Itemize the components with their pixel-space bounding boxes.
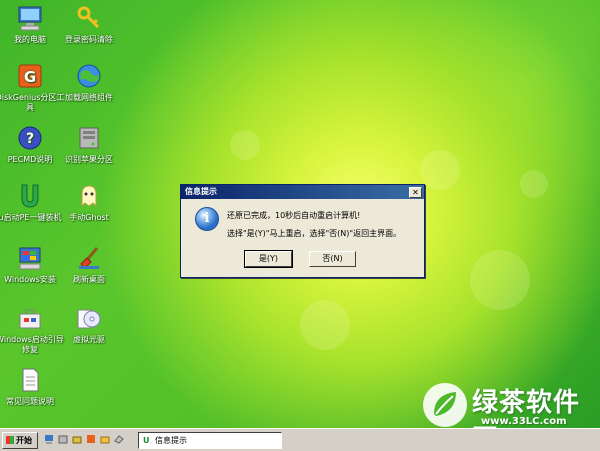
bokeh-light — [470, 250, 530, 310]
cd-icon — [75, 304, 103, 332]
desktop-icon-manual-ghost[interactable]: 手动Ghost — [54, 182, 124, 223]
desktop: 我的电脑 G DiskGenius分区工具 ? PECMD说明 u启动PE一键装… — [0, 0, 600, 428]
dialog-message-line1: 还原已完成，10秒后自动重启计算机! — [227, 211, 361, 220]
bokeh-light — [520, 170, 548, 198]
u-start-icon: U — [143, 436, 150, 445]
drive-icon — [75, 124, 103, 152]
desktop-icon-identify-apple-partition[interactable]: 识别苹果分区 — [54, 124, 124, 165]
dialog-message-line2: 选择"是(Y)"马上重启，选择"否(N)"返回主界面。 — [227, 229, 402, 238]
quicklaunch-eraser-icon[interactable] — [114, 434, 124, 444]
info-dialog: 信息提示 ✕ i 还原已完成，10秒后自动重启计算机! 选择"是(Y)"马上重启… — [180, 184, 425, 278]
watermark-leaf-logo — [420, 380, 470, 428]
desktop-icon-label: 刷新桌面 — [73, 275, 105, 284]
bokeh-light — [300, 300, 350, 350]
no-button[interactable]: 否(N) — [309, 251, 356, 267]
desktop-icon-faq[interactable]: 常见问题说明 — [0, 366, 65, 407]
svg-text:G: G — [24, 68, 36, 86]
ghost-icon — [75, 182, 103, 210]
desktop-icon-label: 登录密码清除 — [65, 35, 113, 44]
document-icon — [16, 366, 44, 394]
desktop-icon-label: 虚拟光驱 — [73, 335, 105, 344]
info-icon: i — [195, 207, 219, 231]
desktop-icon-login-password-clear[interactable]: 登录密码清除 — [54, 4, 124, 45]
desktop-icon-load-network[interactable]: 加载网络组件 — [54, 62, 124, 103]
brush-icon — [75, 244, 103, 272]
diskgenius-icon: G — [16, 62, 44, 90]
start-button[interactable]: 开始 — [2, 432, 38, 449]
yes-button[interactable]: 是(Y) — [244, 250, 293, 268]
start-label: 开始 — [16, 436, 32, 445]
quicklaunch-computer-icon[interactable] — [44, 434, 54, 444]
watermark-url: www.33LC.com — [481, 416, 567, 427]
close-icon[interactable]: ✕ — [409, 187, 422, 198]
dialog-title: 信息提示 — [185, 187, 217, 196]
quicklaunch-drive-icon[interactable] — [58, 434, 68, 444]
key-icon — [75, 4, 103, 32]
taskbar: 开始 U 信息提示 — [0, 428, 600, 451]
svg-text:?: ? — [26, 131, 34, 147]
taskbar-item-info-prompt[interactable]: U 信息提示 — [138, 432, 282, 449]
bokeh-light — [420, 150, 460, 190]
quicklaunch-tool-icon[interactable] — [72, 434, 82, 444]
desktop-icon-label: 手动Ghost — [69, 213, 109, 222]
desktop-icon-label: 加载网络组件 — [65, 93, 113, 102]
installer-icon — [16, 244, 44, 272]
desktop-icon-refresh-desktop[interactable]: 刷新桌面 — [54, 244, 124, 285]
quicklaunch-folder-icon[interactable] — [100, 434, 110, 444]
dialog-titlebar[interactable]: 信息提示 ✕ — [181, 185, 424, 199]
computer-icon — [16, 4, 44, 32]
u-start-icon — [16, 182, 44, 210]
windows-logo-icon — [6, 436, 14, 444]
quicklaunch-diskgenius-icon[interactable] — [86, 434, 96, 444]
desktop-icon-label: 常见问题说明 — [6, 397, 54, 406]
desktop-icon-label: 识别苹果分区 — [65, 155, 113, 164]
globe-icon — [75, 62, 103, 90]
desktop-icon-virtual-cd[interactable]: 虚拟光驱 — [54, 304, 124, 345]
bokeh-light — [230, 130, 260, 160]
help-icon: ? — [16, 124, 44, 152]
toolbox-icon — [16, 304, 44, 332]
taskbar-item-label: 信息提示 — [155, 436, 187, 445]
